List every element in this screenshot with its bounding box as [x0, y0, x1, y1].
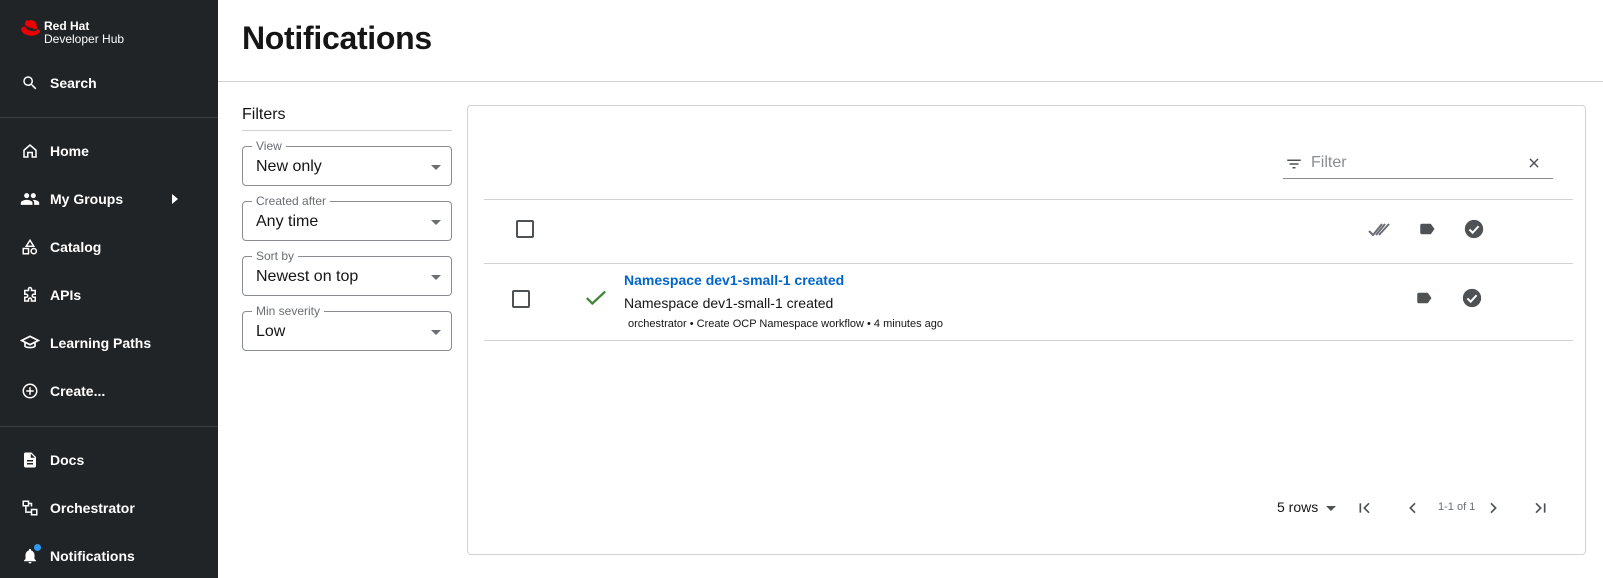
row-divider	[484, 263, 1573, 264]
mark-read-icon[interactable]	[1461, 287, 1483, 314]
sidebar-divider	[0, 426, 218, 427]
red-hat-icon	[21, 20, 41, 36]
row-checkbox[interactable]	[512, 290, 530, 308]
dropdown-arrow-icon	[431, 275, 441, 280]
row-divider	[484, 340, 1573, 341]
created-after-label: Created after	[252, 194, 331, 208]
clear-icon[interactable]	[1527, 156, 1541, 175]
sidebar-item-my-groups[interactable]: My Groups	[0, 179, 218, 219]
first-page-icon[interactable]	[1357, 500, 1373, 521]
table-filter-input[interactable]: Filter	[1283, 149, 1553, 179]
unread-dot	[34, 544, 41, 551]
sidebar-item-label: Search	[50, 75, 97, 91]
search-icon	[20, 73, 40, 93]
dropdown-arrow-icon	[431, 330, 441, 335]
bell-icon	[20, 544, 41, 566]
catalog-icon	[20, 237, 40, 257]
notification-meta: orchestrator • Create OCP Namespace work…	[628, 318, 944, 330]
filter-placeholder: Filter	[1311, 154, 1347, 171]
sidebar-item-label: Docs	[50, 452, 85, 468]
page-header: Notifications	[218, 0, 1603, 82]
sidebar-item-catalog[interactable]: Catalog	[0, 227, 218, 267]
created-after-select[interactable]: Created after Any time	[242, 194, 452, 241]
sidebar: Red Hat Developer Hub Search Home My Gro…	[0, 0, 218, 578]
sidebar-item-label: Notifications	[50, 548, 135, 564]
sidebar-item-notifications[interactable]: Notifications	[0, 536, 218, 576]
row-divider	[484, 199, 1573, 200]
filters-title: Filters	[242, 106, 452, 131]
sidebar-item-label: APIs	[50, 287, 82, 303]
sidebar-item-docs[interactable]: Docs	[0, 440, 218, 480]
filters-panel: Filters View New only Created after Any …	[242, 106, 452, 351]
view-label: View	[252, 139, 286, 153]
sidebar-divider	[0, 117, 218, 118]
min-severity-label: Min severity	[252, 304, 325, 318]
rows-per-page-value: 5 rows	[1277, 499, 1319, 515]
view-select[interactable]: View New only	[242, 139, 452, 186]
sidebar-item-apis[interactable]: APIs	[0, 275, 218, 315]
created-after-value: Any time	[256, 213, 319, 230]
group-icon	[20, 189, 40, 209]
notification-title-link[interactable]: Namespace dev1-small-1 created	[624, 272, 844, 288]
pagination: 5 rows 1-1 of 1	[468, 496, 1585, 526]
previous-page-icon[interactable]	[1405, 500, 1421, 521]
dropdown-arrow-icon	[1326, 505, 1337, 511]
sidebar-item-label: Learning Paths	[50, 335, 152, 351]
home-icon	[20, 141, 40, 161]
label-icon[interactable]	[1414, 289, 1434, 312]
sort-by-label: Sort by	[252, 249, 299, 263]
sidebar-item-create[interactable]: Create...	[0, 371, 218, 411]
sidebar-item-label: Home	[50, 143, 89, 159]
sidebar-item-label: Orchestrator	[50, 500, 135, 516]
dropdown-arrow-icon	[431, 165, 441, 170]
sidebar-item-label: My Groups	[50, 191, 124, 207]
sort-by-select[interactable]: Sort by Newest on top	[242, 249, 452, 296]
sidebar-item-label: Catalog	[50, 239, 102, 255]
next-page-icon[interactable]	[1485, 500, 1501, 521]
filter-icon	[1285, 155, 1303, 178]
select-all-checkbox[interactable]	[516, 220, 534, 238]
notification-description: Namespace dev1-small-1 created	[624, 295, 834, 311]
check-circle-icon[interactable]	[1463, 218, 1485, 245]
sort-by-value: Newest on top	[256, 268, 359, 285]
last-page-icon[interactable]	[1532, 500, 1548, 521]
notifications-table: Filter Namespace dev1-small-1 created Na…	[467, 105, 1586, 555]
school-icon	[20, 333, 40, 353]
puzzle-icon	[20, 285, 40, 305]
orchestrator-icon	[20, 498, 40, 518]
sidebar-item-learning-paths[interactable]: Learning Paths	[0, 323, 218, 363]
view-value: New only	[256, 158, 322, 175]
rows-per-page-select[interactable]: 5 rows	[1277, 499, 1337, 515]
min-severity-select[interactable]: Min severity Low	[242, 304, 452, 351]
main-content: Notifications Filters View New only Crea…	[218, 0, 1603, 578]
sidebar-item-home[interactable]: Home	[0, 131, 218, 171]
add-circle-icon	[20, 381, 40, 401]
sidebar-item-label: Create...	[50, 383, 106, 399]
min-severity-value: Low	[256, 323, 286, 340]
doc-icon	[20, 450, 40, 470]
page-range: 1-1 of 1	[1438, 501, 1476, 513]
success-check-icon	[585, 288, 607, 313]
sidebar-item-orchestrator[interactable]: Orchestrator	[0, 488, 218, 528]
red-hat-logo[interactable]: Red Hat Developer Hub	[18, 20, 124, 46]
expand-arrow-icon[interactable]	[172, 194, 178, 204]
mark-all-read-icon[interactable]	[1368, 222, 1392, 243]
brand-line-2: Developer Hub	[44, 32, 125, 46]
label-icon[interactable]	[1417, 220, 1437, 243]
dropdown-arrow-icon	[431, 220, 441, 225]
page-title: Notifications	[242, 20, 432, 56]
sidebar-item-search[interactable]: Search	[0, 63, 218, 103]
